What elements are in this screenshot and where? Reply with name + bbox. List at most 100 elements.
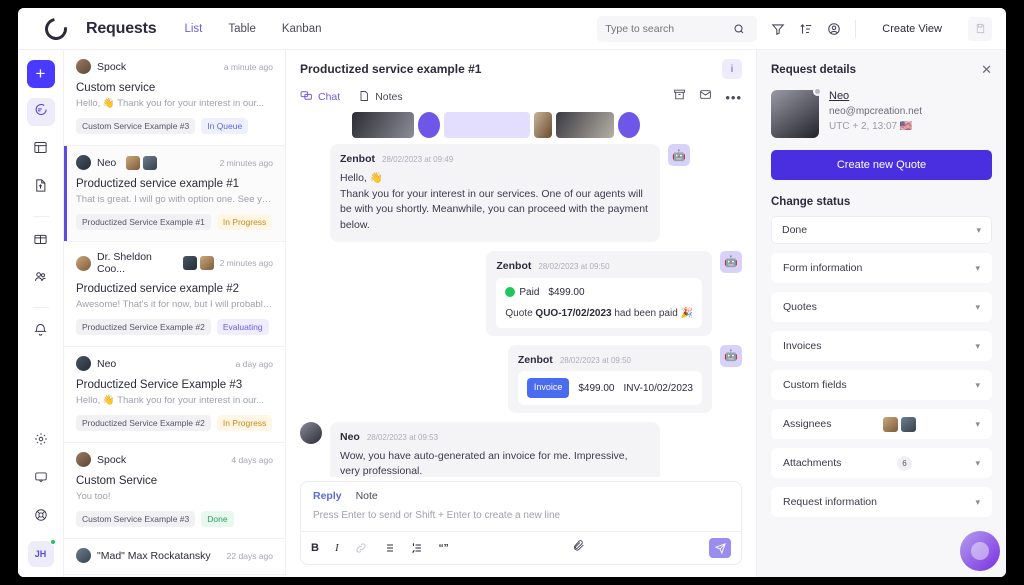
search-box[interactable] bbox=[597, 15, 758, 42]
bold-button[interactable]: B bbox=[311, 542, 319, 554]
section-quotes[interactable]: Quotes ▾ bbox=[771, 292, 992, 322]
attachment-thumbnail[interactable] bbox=[352, 112, 414, 138]
chevron-down-icon: ▾ bbox=[975, 457, 980, 468]
list-item[interactable]: Spock 4 days ago Custom Service You too!… bbox=[64, 443, 285, 539]
attachment-thumbnail[interactable] bbox=[444, 112, 530, 138]
status-badge: In Progress bbox=[216, 214, 273, 230]
view-tabs: List Table Kanban bbox=[184, 23, 321, 35]
sidebar-item-products[interactable] bbox=[27, 227, 55, 255]
sidebar-item-board[interactable] bbox=[27, 136, 55, 164]
quote-note-suffix: had been paid 🎉 bbox=[611, 307, 693, 319]
search-input[interactable] bbox=[605, 22, 728, 35]
add-button[interactable]: + bbox=[26, 60, 55, 88]
list-item-preview: Hello, 👋 Thank you for your interest in … bbox=[76, 98, 265, 109]
info-icon[interactable]: i bbox=[722, 59, 742, 79]
list-item-author: Spock bbox=[97, 453, 127, 466]
message-list[interactable]: Zenbot 28/02/2023 at 09:49 Hello, 👋 Than… bbox=[286, 106, 756, 477]
send-button[interactable] bbox=[709, 538, 731, 558]
section-assignees[interactable]: Assignees ▾ bbox=[771, 409, 992, 439]
message: Zenbot 28/02/2023 at 09:50 Paid $499.00 bbox=[300, 250, 742, 336]
list-item[interactable]: Neo 2 minutes ago Productized service ex… bbox=[64, 146, 285, 242]
assignee-avatars bbox=[882, 416, 916, 432]
section-invoices[interactable]: Invoices ▾ bbox=[771, 331, 992, 361]
create-view-button[interactable]: Create View bbox=[870, 16, 954, 41]
comment-icon bbox=[34, 470, 48, 489]
composer-input[interactable]: Press Enter to send or Shift + Enter to … bbox=[301, 502, 741, 531]
list-item[interactable]: Dr. Sheldon Coo... 2 minutes ago Product… bbox=[64, 242, 285, 347]
account-circle-icon[interactable] bbox=[827, 22, 841, 36]
paperclip-icon[interactable] bbox=[572, 539, 585, 557]
tab-kanban[interactable]: Kanban bbox=[282, 23, 322, 35]
bullet-list-icon[interactable] bbox=[383, 542, 395, 554]
section-attachments[interactable]: Attachments 6 ▾ bbox=[771, 448, 992, 478]
list-item-author: Dr. Sheldon Coo... bbox=[97, 251, 152, 275]
attachment-thumbnail-strip[interactable] bbox=[300, 112, 742, 138]
toolbar-divider bbox=[855, 19, 857, 38]
payment-card[interactable]: Paid $499.00 Quote QUO-17/02/2023 had be… bbox=[496, 277, 702, 328]
tab-notes[interactable]: Notes bbox=[358, 90, 403, 105]
avatar[interactable]: JH bbox=[27, 539, 56, 567]
section-label: Assignees bbox=[783, 418, 832, 430]
app-logo[interactable] bbox=[26, 13, 86, 44]
status-badge: In Queue bbox=[201, 118, 249, 134]
sort-icon[interactable] bbox=[799, 22, 813, 36]
tab-note[interactable]: Note bbox=[356, 490, 378, 502]
attachment-thumbnail[interactable] bbox=[534, 112, 552, 138]
sidebar-item-help[interactable] bbox=[27, 503, 55, 531]
participant-avatars bbox=[126, 155, 158, 170]
close-icon[interactable]: ✕ bbox=[981, 62, 992, 78]
section-request-information[interactable]: Request information ▾ bbox=[771, 487, 992, 517]
sidebar-item-feedback[interactable] bbox=[27, 465, 55, 493]
attachment-thumbnail[interactable] bbox=[556, 112, 614, 138]
list-item-title: Productized service example #2 bbox=[76, 283, 239, 295]
list-item-time: a day ago bbox=[235, 358, 273, 369]
list-item-author: Neo bbox=[97, 357, 117, 370]
avatar-bot: 🤖 bbox=[720, 344, 742, 367]
list-item[interactable]: "Mad" Max Rockatansky 22 days ago bbox=[64, 539, 285, 575]
status-select-value: Done bbox=[782, 224, 808, 236]
app-window: Requests List Table Kanban Create bbox=[18, 8, 1006, 577]
avatar bbox=[76, 155, 91, 170]
tab-table[interactable]: Table bbox=[228, 23, 256, 35]
sidebar-item-documents[interactable] bbox=[27, 174, 55, 202]
archive-icon[interactable] bbox=[673, 88, 686, 106]
attachment-thumbnail[interactable] bbox=[618, 112, 640, 138]
list-item-preview: That is great. I will go with option one… bbox=[76, 194, 273, 205]
request-details-panel: Request details ✕ Neo neo@mpcreation.net… bbox=[756, 50, 1006, 577]
message-author: Zenbot bbox=[517, 353, 553, 366]
sidebar-item-conversations[interactable] bbox=[26, 98, 55, 126]
status-select[interactable]: Done ▾ bbox=[771, 216, 992, 244]
section-label: Custom fields bbox=[783, 379, 847, 391]
save-icon[interactable] bbox=[968, 16, 992, 41]
list-item[interactable]: Spock a minute ago Custom service Hello,… bbox=[64, 50, 285, 146]
sidebar-item-notifications[interactable] bbox=[27, 318, 55, 346]
invoice-badge: Invoice bbox=[526, 378, 570, 398]
note-icon bbox=[358, 90, 370, 105]
tab-reply[interactable]: Reply bbox=[313, 490, 342, 502]
message-composer[interactable]: Reply Note Press Enter to send or Shift … bbox=[300, 481, 742, 565]
list-item-time: 22 days ago bbox=[226, 550, 273, 561]
invoice-card[interactable]: Invoice $499.00 INV-10/02/2023 bbox=[517, 371, 702, 405]
attachment-thumbnail[interactable] bbox=[418, 112, 440, 138]
mail-icon[interactable] bbox=[699, 88, 712, 106]
filter-icon[interactable] bbox=[771, 22, 785, 36]
left-nav-rail: + JH bbox=[18, 50, 64, 577]
quote-button[interactable]: “” bbox=[439, 543, 449, 554]
sidebar-item-settings[interactable] bbox=[27, 427, 55, 455]
status-badge: Productized Service Example #2 bbox=[76, 415, 211, 431]
section-custom-fields[interactable]: Custom fields ▾ bbox=[771, 370, 992, 400]
contact-name[interactable]: Neo bbox=[829, 90, 922, 102]
request-list[interactable]: Spock a minute ago Custom service Hello,… bbox=[64, 50, 286, 577]
section-form-information[interactable]: Form information ▾ bbox=[771, 253, 992, 283]
link-icon[interactable] bbox=[355, 542, 367, 554]
sidebar-item-contacts[interactable] bbox=[27, 265, 55, 293]
more-horizontal-icon[interactable]: ••• bbox=[725, 90, 742, 105]
tab-list[interactable]: List bbox=[184, 23, 202, 35]
avatar bbox=[76, 452, 91, 467]
chat-widget-icon[interactable] bbox=[960, 531, 1000, 571]
tab-chat[interactable]: Chat bbox=[300, 89, 340, 105]
create-new-quote-button[interactable]: Create new Quote bbox=[771, 150, 992, 180]
list-item[interactable]: Neo a day ago Productized Service Exampl… bbox=[64, 347, 285, 443]
numbered-list-icon[interactable] bbox=[411, 542, 423, 554]
italic-button[interactable]: I bbox=[335, 542, 339, 554]
